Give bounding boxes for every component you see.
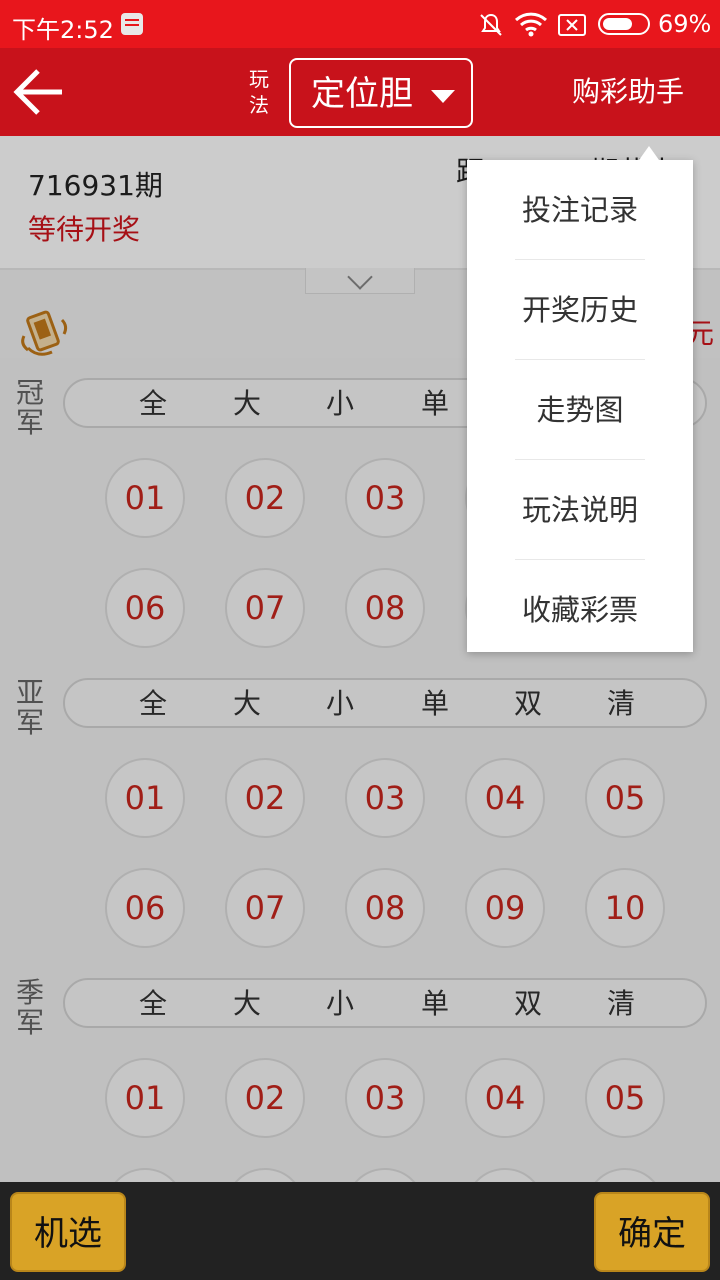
notification-icon <box>121 13 143 35</box>
random-pick-button[interactable]: 机选 <box>10 1192 126 1272</box>
app-bar: 玩法 定位胆 购彩助手 <box>0 48 720 136</box>
play-mode-value: 定位胆 <box>311 74 413 114</box>
play-mode-label: 玩法 <box>249 67 269 117</box>
menu-item[interactable]: 收藏彩票 <box>467 560 693 660</box>
battery-icon <box>598 13 650 35</box>
popup-caret <box>639 146 659 160</box>
no-sim-icon <box>558 14 586 36</box>
wifi-icon <box>514 12 548 37</box>
battery-percent: 69% <box>658 10 712 38</box>
purchase-helper-button[interactable]: 购彩助手 <box>572 74 684 110</box>
menu-item[interactable]: 玩法说明 <box>467 460 693 560</box>
status-bar: 下午2:52 69% <box>0 0 720 48</box>
play-mode-dropdown[interactable]: 定位胆 <box>289 58 473 128</box>
dropdown-triangle-icon <box>431 90 455 103</box>
menu-item[interactable]: 投注记录 <box>467 160 693 260</box>
status-time: 下午2:52 <box>12 16 114 44</box>
mute-icon <box>480 13 502 36</box>
confirm-button[interactable]: 确定 <box>594 1192 710 1272</box>
back-arrow-icon[interactable] <box>12 66 68 118</box>
menu-item[interactable]: 开奖历史 <box>467 260 693 360</box>
helper-popup-menu: 投注记录 开奖历史 走势图 玩法说明 收藏彩票 <box>467 146 693 652</box>
menu-item[interactable]: 走势图 <box>467 360 693 460</box>
bottom-action-bar: 机选 确定 <box>0 1182 720 1280</box>
